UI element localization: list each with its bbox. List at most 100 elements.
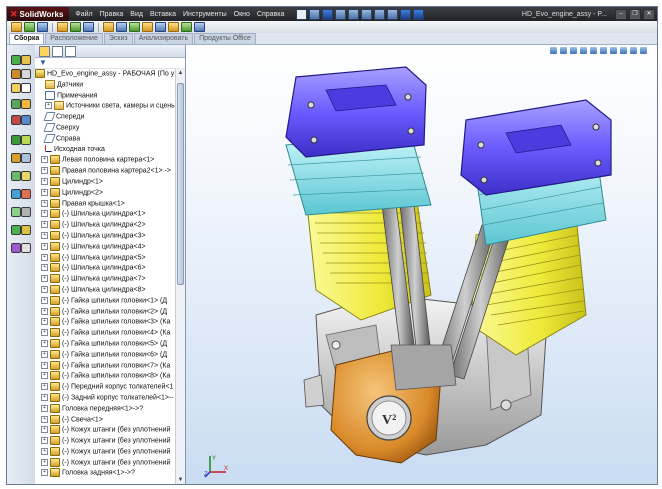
tree-item[interactable]: + (-) Шпилька цилиндра<6> <box>35 263 175 274</box>
expand-icon[interactable]: + <box>41 264 48 272</box>
tree-item[interactable]: + (-) Шпилька цилиндра<5> <box>35 252 175 264</box>
tree-item[interactable]: + (-) Шпилька цилиндра<7> <box>35 274 175 285</box>
scrollbar-thumb[interactable] <box>177 83 184 285</box>
mate-icon[interactable] <box>24 22 35 32</box>
tree-item[interactable]: + (-) Кожух штанги (без уплотнений <box>35 457 175 469</box>
expand-icon[interactable]: + <box>41 275 48 283</box>
expand-icon[interactable]: + <box>41 437 48 445</box>
tree-item[interactable]: + (-) Гайка шпильки головки<2> (Д <box>35 306 175 318</box>
tab-assembly[interactable]: Сборка <box>9 33 45 44</box>
menu-help[interactable]: Справка <box>257 11 284 18</box>
simulation-tool-icon[interactable] <box>11 207 21 217</box>
insert-icon[interactable] <box>21 55 31 65</box>
tree-item[interactable]: + (-) Гайка шпильки головки<8> (Ка <box>35 371 175 382</box>
menu-tools[interactable]: Инструменты <box>183 11 227 18</box>
menu-window[interactable]: Окно <box>234 11 250 18</box>
tree-item[interactable]: + Головка задняя<1>->? <box>35 468 175 479</box>
move-component-icon[interactable] <box>70 22 81 32</box>
menu-file[interactable]: Файл <box>75 11 92 18</box>
expand-icon[interactable]: + <box>41 199 48 207</box>
tree-root[interactable]: HD_Evo_engine_assy - РАБОЧАЯ (По у <box>35 69 175 80</box>
expand-icon[interactable]: + <box>41 188 48 196</box>
expand-icon[interactable]: + <box>41 307 48 315</box>
restore-icon[interactable]: ❐ <box>629 8 641 20</box>
insert-component-icon[interactable] <box>11 22 22 32</box>
expand-icon[interactable]: + <box>41 329 48 337</box>
window-tile-icon[interactable] <box>413 8 425 20</box>
bill-of-materials-icon[interactable] <box>142 22 153 32</box>
expand-icon[interactable]: + <box>41 221 48 229</box>
front-valve-cover[interactable] <box>285 66 427 158</box>
exploded-tool-icon[interactable] <box>21 115 31 125</box>
sketch-tool-icon[interactable] <box>11 153 21 163</box>
tree-item[interactable]: + (-) Шпилька цилиндра<2> <box>35 220 175 231</box>
tree-item[interactable]: Справа <box>35 133 175 145</box>
tab-sketch[interactable]: Эскиз <box>103 33 133 44</box>
rebuild-icon[interactable] <box>374 8 386 20</box>
expand-icon[interactable]: + <box>41 393 48 401</box>
motion-study-tool-icon[interactable] <box>11 135 21 145</box>
expand-icon[interactable]: + <box>41 361 48 369</box>
tab-office-products[interactable]: Продукты Office <box>194 33 256 44</box>
tree-item[interactable]: + (-) Шпилька цилиндра<8> <box>35 284 175 296</box>
explode-line-sketch-icon[interactable] <box>168 22 179 32</box>
tree-item[interactable]: + (-) Гайка шпильки головки<3> (Ка <box>35 317 175 328</box>
app-logo[interactable]: ✕ SolidWorks <box>7 7 70 21</box>
open-icon[interactable] <box>309 8 321 20</box>
tree-item[interactable]: + (-) Шпилька цилиндра<4> <box>35 241 175 253</box>
reference-geometry-icon[interactable] <box>116 22 127 32</box>
expand-icon[interactable]: + <box>41 253 48 261</box>
dimension-tool-icon[interactable] <box>21 153 31 163</box>
save-icon[interactable] <box>322 8 334 20</box>
expand-icon[interactable]: + <box>41 415 48 423</box>
tree-item[interactable]: + (-) Передний корпус толкателей<1 <box>35 382 175 393</box>
show-hidden-icon[interactable] <box>11 99 21 109</box>
expand-icon[interactable]: + <box>41 285 48 293</box>
menu-view[interactable]: Вид <box>130 11 143 18</box>
tree-item[interactable]: Примечания <box>35 90 175 102</box>
render-tool-icon[interactable] <box>11 243 21 253</box>
expand-icon[interactable]: + <box>41 177 48 185</box>
move-tool-icon[interactable] <box>21 69 31 79</box>
tree-item[interactable]: + (-) Гайка шпильки головки<7> (Ка <box>35 360 175 372</box>
filter-icon[interactable]: ▼ <box>39 59 47 67</box>
tree-item[interactable]: Датчики <box>35 79 175 91</box>
mate-tool-icon[interactable] <box>11 69 21 79</box>
pattern-tool-icon[interactable] <box>11 83 21 93</box>
linear-pattern-icon[interactable] <box>37 22 48 32</box>
tree-item[interactable]: + (-) Гайка шпильки головки<1> (Д <box>35 295 175 307</box>
expand-icon[interactable]: + <box>41 167 48 175</box>
property-manager-tab-icon[interactable] <box>52 45 63 57</box>
expand-icon[interactable]: + <box>41 296 48 304</box>
tree-item[interactable]: + (-) Гайка шпильки головки<5> (Д <box>35 338 175 350</box>
menu-insert[interactable]: Вставка <box>150 11 176 18</box>
expand-icon[interactable]: + <box>41 404 48 412</box>
expand-icon[interactable]: + <box>41 339 48 347</box>
expand-icon[interactable]: + <box>41 458 48 466</box>
tree-item[interactable]: + (-) Свеча<1> <box>35 414 175 426</box>
ref-geometry-tool-icon[interactable] <box>11 115 21 125</box>
hide-show-icon[interactable] <box>83 22 94 32</box>
close-icon[interactable]: ✕ <box>643 8 655 20</box>
collapse-icon[interactable] <box>11 55 21 65</box>
tree-item[interactable]: + (-) Шпилька цилиндра<3> <box>35 230 175 242</box>
tree-item[interactable]: + (-) Гайка шпильки головки<6> (Д <box>35 349 175 361</box>
toolbox-tool-icon[interactable] <box>21 225 31 235</box>
scroll-down-icon[interactable]: ▼ <box>176 476 185 484</box>
expand-icon[interactable]: + <box>41 350 48 358</box>
smart-fastener-tool-icon[interactable] <box>21 83 31 93</box>
expand-icon[interactable]: + <box>41 231 48 239</box>
tree-item[interactable]: Исходная точка <box>35 145 175 156</box>
scroll-up-icon[interactable]: ▲ <box>176 69 185 77</box>
tree-item[interactable]: + (-) Кожух штанги (без уплотнений <box>35 425 175 436</box>
drawing-tool-icon[interactable] <box>21 243 31 253</box>
tab-layout[interactable]: Расположение <box>45 33 103 44</box>
expand-icon[interactable]: + <box>45 102 52 110</box>
expand-icon[interactable]: + <box>41 156 48 164</box>
expand-icon[interactable]: + <box>41 383 48 391</box>
evaluate-tool-icon[interactable] <box>11 171 21 181</box>
expand-icon[interactable]: + <box>41 447 48 455</box>
tree-item[interactable]: + (-) Кожух штанги (без уплотнений <box>35 446 175 458</box>
configuration-manager-tab-icon[interactable] <box>65 45 76 57</box>
options-icon[interactable] <box>400 8 412 20</box>
